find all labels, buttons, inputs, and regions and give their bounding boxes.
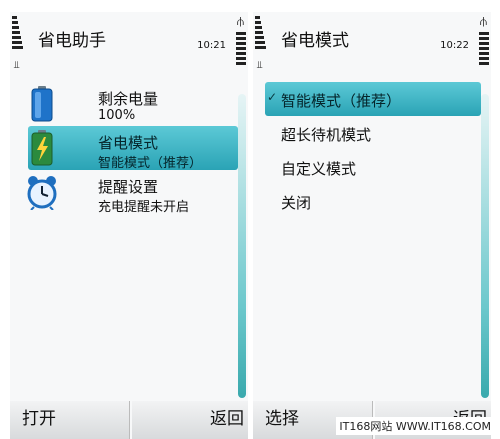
item-title: 剩余电量 — [98, 90, 159, 108]
back-button[interactable]: 返回 — [132, 401, 248, 439]
item-subtitle: 充电提醒未开启 — [98, 200, 190, 215]
status-bar: ⫫ 省电模式 10:22 ⫛ — [253, 12, 491, 80]
check-icon: ✓ — [267, 90, 278, 104]
battery-icon — [31, 86, 53, 122]
app-title: 省电助手 — [38, 31, 106, 51]
phone-screen-right: ⫫ 省电模式 10:22 ⫛ ✓ 智能模式（推荐） 超长待机模式 自定义模式 关… — [253, 12, 491, 439]
signal-strength-icon — [255, 16, 271, 51]
antenna-icon: ⫫ — [257, 60, 263, 71]
item-subtitle: 智能模式（推荐） — [98, 156, 203, 171]
clock: 10:22 — [440, 40, 469, 51]
option-custom-mode[interactable]: 自定义模式 — [253, 150, 483, 184]
mode-options-list: ✓ 智能模式（推荐） 超长待机模式 自定义模式 关闭 — [253, 82, 483, 218]
scrollbar[interactable] — [481, 94, 489, 398]
battery-level-icon — [230, 32, 246, 67]
option-off[interactable]: 关闭 — [253, 184, 483, 218]
status-bar: ⫫ 省电助手 10:21 ⫛ — [10, 12, 248, 80]
usb-icon: ⫛ — [479, 14, 487, 28]
list-item-remaining-battery[interactable]: 剩余电量 100% — [10, 82, 240, 126]
app-title: 省电模式 — [281, 31, 349, 51]
usb-icon: ⫛ — [236, 14, 244, 28]
clock: 10:21 — [197, 40, 226, 51]
phone-screen-left: ⫫ 省电助手 10:21 ⫛ 剩余电量 100% 省电模式 智能模式（推荐） 提… — [10, 12, 248, 439]
watermark: IT168网站 WWW.IT168.COM — [336, 417, 494, 435]
alarm-clock-icon — [27, 176, 57, 210]
item-title: 省电模式 — [98, 134, 159, 152]
scrollbar[interactable] — [238, 94, 246, 398]
list-item-reminder-settings[interactable]: 提醒设置 充电提醒未开启 — [10, 170, 240, 215]
option-label: 智能模式（推荐） — [281, 92, 402, 110]
option-label: 关闭 — [281, 194, 312, 212]
item-title: 提醒设置 — [98, 178, 159, 196]
main-menu-list: 剩余电量 100% 省电模式 智能模式（推荐） 提醒设置 充电提醒未开启 — [10, 82, 240, 215]
option-long-standby[interactable]: 超长待机模式 — [253, 116, 483, 150]
list-item-power-saving-mode[interactable]: 省电模式 智能模式（推荐） — [28, 126, 238, 171]
option-smart-mode[interactable]: ✓ 智能模式（推荐） — [265, 82, 481, 116]
signal-strength-icon — [12, 16, 28, 51]
antenna-icon: ⫫ — [14, 60, 20, 71]
option-label: 超长待机模式 — [281, 126, 372, 144]
battery-level-icon — [473, 32, 489, 67]
softkey-bar: 打开 返回 — [10, 401, 248, 439]
open-button[interactable]: 打开 — [10, 401, 130, 439]
option-label: 自定义模式 — [281, 160, 357, 178]
power-saving-icon — [31, 130, 53, 166]
item-subtitle: 100% — [98, 108, 136, 123]
